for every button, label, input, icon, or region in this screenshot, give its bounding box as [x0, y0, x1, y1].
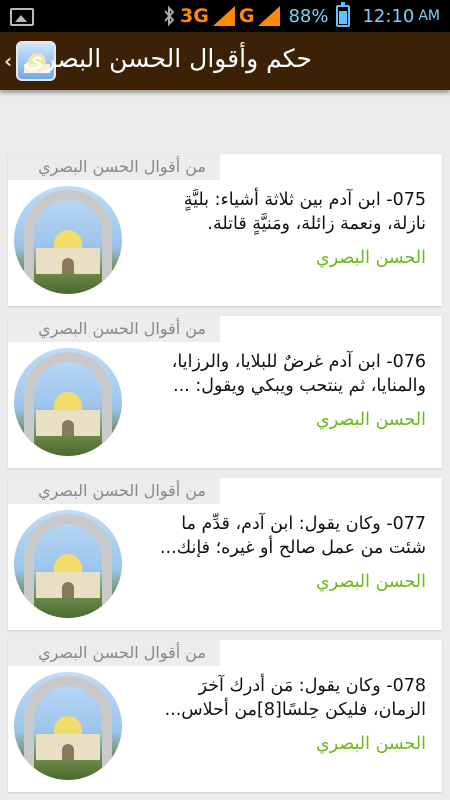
mosque-thumbnail	[14, 348, 122, 456]
quote-line: شئت من عمل صالح أو غيره؛ فإنك...	[160, 538, 426, 558]
image-icon	[10, 8, 34, 26]
signal-icon	[212, 6, 235, 26]
mosque-thumbnail	[14, 672, 122, 780]
card-tag: من أقوال الحسن البصري	[8, 640, 220, 666]
quote-text: 078- وكان يقول: مَن أدرك آخرَ الزمان، فل…	[130, 674, 426, 722]
quote-line: 075- ابن آدم بين ثلاثة أشياء: بليَّةٍ	[183, 190, 426, 210]
author-label: الحسن البصري	[316, 572, 426, 592]
quote-line: الزمان، فليكن حِلسًا[8]من أحلاس...	[164, 700, 426, 720]
quote-line: والمنايا، ثم ينتحب ويبكي ويقول: ...	[173, 376, 426, 396]
quote-line: 076- ابن آدم غرضٌ للبلايا، والرزايا،	[171, 352, 426, 372]
quote-card[interactable]: من أقوال الحسن البصري 077- وكان يقول: اب…	[8, 478, 442, 630]
quote-line: نازلة، ونعمة زائلة، ومَنيَّةٍ قاتلة.	[207, 214, 426, 234]
quote-card[interactable]: من أقوال الحسن البصري 078- وكان يقول: مَ…	[8, 640, 442, 792]
quote-text: 076- ابن آدم غرضٌ للبلايا، والرزايا، وال…	[130, 350, 426, 398]
mosque-thumbnail	[14, 186, 122, 294]
battery-percent: 88%	[288, 5, 329, 27]
battery-icon	[336, 2, 351, 27]
status-bar: 3G G 88% 12:10 AM	[0, 0, 450, 32]
clock-ampm: AM	[418, 8, 440, 24]
quote-text: 075- ابن آدم بين ثلاثة أشياء: بليَّةٍ نا…	[130, 188, 426, 236]
quote-line: 078- وكان يقول: مَن أدرك آخرَ	[198, 676, 426, 696]
card-tag: من أقوال الحسن البصري	[8, 316, 220, 342]
author-label: الحسن البصري	[316, 734, 426, 754]
bluetooth-icon	[164, 5, 175, 27]
clock: 12:10	[362, 5, 415, 27]
mosque-thumbnail	[14, 510, 122, 618]
signal-icon	[258, 6, 281, 26]
page-title: حكم وأقوال الحسن البصري	[24, 44, 312, 73]
chevron-left-icon[interactable]: ‹	[4, 49, 12, 73]
network-type-g: G	[238, 5, 255, 27]
card-tag: من أقوال الحسن البصري	[8, 154, 220, 180]
quote-line: 077- وكان يقول: ابن آدم، قدِّم ما	[181, 514, 426, 534]
network-type-3g: 3G	[180, 5, 209, 27]
quote-card[interactable]: من أقوال الحسن البصري 075- ابن آدم بين ث…	[8, 154, 442, 306]
author-label: الحسن البصري	[316, 410, 426, 430]
quote-card[interactable]: من أقوال الحسن البصري 076- ابن آدم غرضٌ …	[8, 316, 442, 468]
quote-text: 077- وكان يقول: ابن آدم، قدِّم ما شئت من…	[130, 512, 426, 560]
author-label: الحسن البصري	[316, 248, 426, 268]
card-tag: من أقوال الحسن البصري	[8, 478, 220, 504]
app-bar: ‹ حكم وأقوال الحسن البصري	[0, 32, 450, 90]
